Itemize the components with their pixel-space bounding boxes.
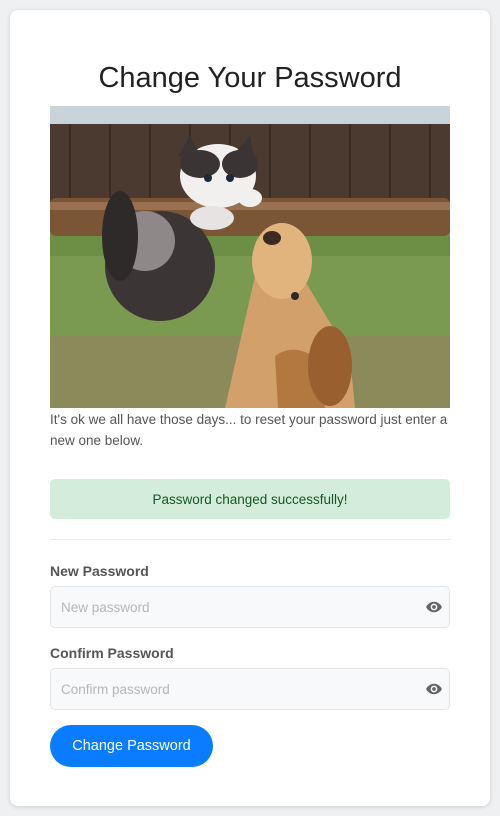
eye-icon[interactable] bbox=[425, 680, 443, 698]
intro-text: It's ok we all have those days... to res… bbox=[50, 412, 448, 448]
new-password-field bbox=[50, 586, 450, 628]
new-password-input[interactable] bbox=[51, 587, 411, 627]
change-password-button[interactable]: Change Password bbox=[50, 725, 213, 767]
success-alert-message: Password changed successfully! bbox=[152, 491, 348, 507]
confirm-password-input[interactable] bbox=[51, 669, 411, 709]
page-title: Change Your Password bbox=[98, 62, 402, 94]
confirm-password-label: Confirm Password bbox=[50, 645, 174, 661]
success-alert: Password changed successfully! bbox=[50, 479, 450, 519]
kitten-and-puppy-photo bbox=[50, 106, 450, 408]
eye-icon[interactable] bbox=[425, 598, 443, 616]
divider bbox=[50, 539, 450, 540]
password-card: Change Your Password It's ok we all have… bbox=[10, 10, 490, 806]
confirm-password-field bbox=[50, 668, 450, 710]
new-password-label: New Password bbox=[50, 563, 149, 579]
